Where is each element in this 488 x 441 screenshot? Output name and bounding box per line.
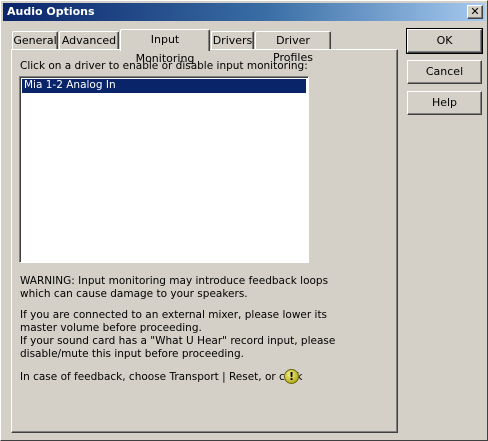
reset-glyph: ! <box>288 370 295 383</box>
close-button[interactable]: ✕ <box>467 5 483 19</box>
instruction-text: Click on a driver to enable or disable i… <box>20 60 308 72</box>
audio-options-dialog: Audio Options ✕ General Advanced Input M… <box>0 0 488 441</box>
reset-exclamation-icon[interactable]: ! <box>284 369 299 384</box>
tab-advanced[interactable]: Advanced <box>59 31 119 50</box>
tab-input-monitoring[interactable]: Input Monitoring <box>120 29 210 65</box>
tab-drivers[interactable]: Drivers <box>211 31 254 50</box>
mixer-note-text: If you are connected to an external mixe… <box>20 309 336 360</box>
cancel-button[interactable]: Cancel <box>407 60 482 84</box>
warning-text: WARNING: Input monitoring may introduce … <box>20 275 329 300</box>
ok-button[interactable]: OK <box>406 28 483 54</box>
list-item-mia-analog-in[interactable]: Mia 1-2 Analog In <box>22 79 306 93</box>
tab-general[interactable]: General <box>12 31 58 50</box>
driver-list[interactable]: Mia 1-2 Analog In <box>19 76 309 263</box>
close-icon: ✕ <box>470 5 480 18</box>
feedback-note-text: In case of feedback, choose Transport | … <box>20 371 303 383</box>
tab-driver-profiles[interactable]: Driver Profiles <box>255 31 331 64</box>
help-button[interactable]: Help <box>407 91 482 115</box>
window-title: Audio Options <box>7 5 95 18</box>
title-bar[interactable]: Audio Options ✕ <box>3 3 485 21</box>
